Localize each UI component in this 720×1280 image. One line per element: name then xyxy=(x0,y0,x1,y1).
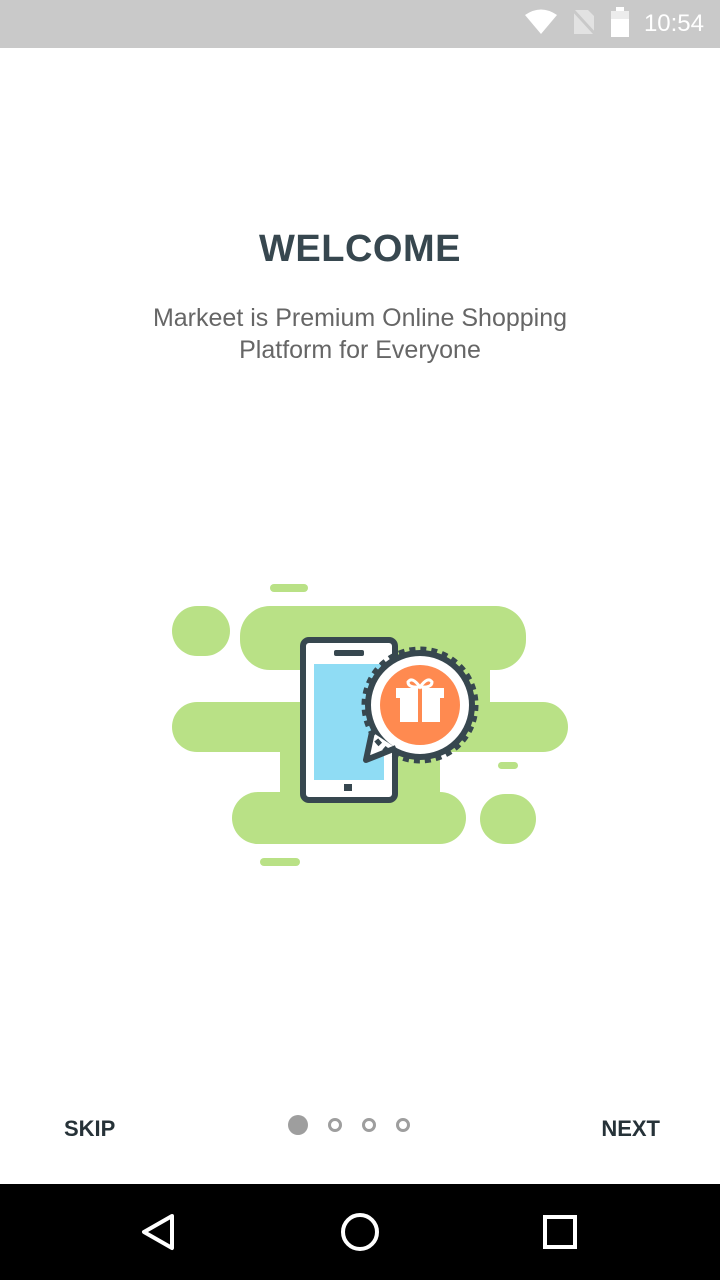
recents-icon[interactable] xyxy=(534,1206,586,1258)
status-bar: 10:54 xyxy=(0,0,720,48)
skip-button[interactable]: SKIP xyxy=(60,1110,119,1148)
welcome-title: WELCOME xyxy=(259,228,461,270)
status-time: 10:54 xyxy=(643,10,704,37)
page-dot-3[interactable] xyxy=(362,1118,376,1132)
welcome-subtitle: Markeet is Premium Online Shopping Platf… xyxy=(152,304,568,364)
battery-icon xyxy=(610,6,630,42)
status-icons: 10:54 xyxy=(510,0,704,48)
page-dot-2[interactable] xyxy=(328,1118,342,1132)
back-icon[interactable] xyxy=(134,1206,186,1258)
onboarding-pager: SKIP NEXT xyxy=(0,1090,720,1166)
next-button[interactable]: NEXT xyxy=(597,1110,664,1148)
wifi-icon xyxy=(524,9,558,40)
no-sim-icon xyxy=(571,8,597,41)
phone-gift-illustration xyxy=(160,570,580,880)
page-dot-1[interactable] xyxy=(288,1115,308,1135)
home-icon[interactable] xyxy=(334,1206,386,1258)
navigation-bar xyxy=(0,1184,720,1280)
page-dot-4[interactable] xyxy=(396,1118,410,1132)
page-indicator xyxy=(288,1115,430,1135)
